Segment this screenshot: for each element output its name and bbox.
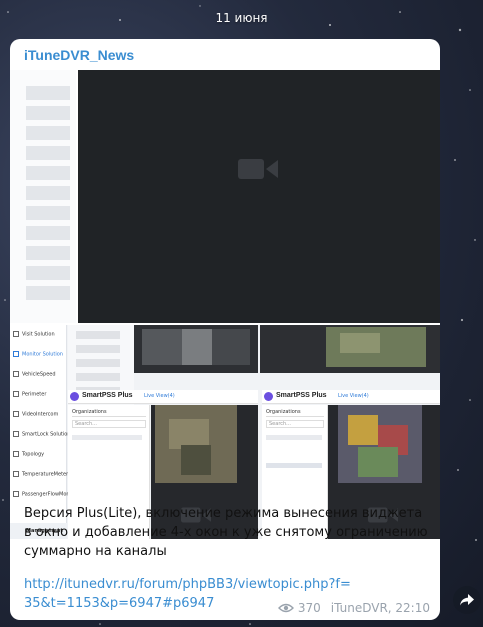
video-placeholder — [78, 70, 440, 323]
share-arrow-icon — [460, 594, 474, 606]
media-image-1[interactable] — [10, 70, 440, 323]
message-text: Версия Plus(Lite), включение режима выне… — [24, 506, 428, 559]
date-separator: 11 июня — [215, 11, 268, 25]
app-header-left: SmartPSS Plus Live View(4) — [68, 390, 258, 404]
author-time: iTuneDVR, 22:10 — [330, 601, 430, 615]
camera-icon — [238, 159, 278, 179]
top-preview-right — [260, 325, 440, 373]
share-button[interactable] — [453, 586, 481, 614]
app-logo-icon — [70, 392, 79, 401]
app-header-right: SmartPSS Plus Live View(4) — [262, 390, 440, 404]
channel-name[interactable]: iTuneDVR_News — [24, 47, 134, 63]
message-meta: 370 iTuneDVR, 22:10 — [277, 601, 430, 615]
blurred-sidebar — [10, 70, 76, 323]
views-eye-icon — [277, 603, 294, 613]
top-preview-left — [134, 325, 258, 373]
app-logo-icon — [264, 392, 273, 401]
message-bubble[interactable]: iTuneDVR_News Visit Solution Monitor Sol… — [10, 39, 440, 620]
views-count: 370 — [297, 601, 321, 615]
